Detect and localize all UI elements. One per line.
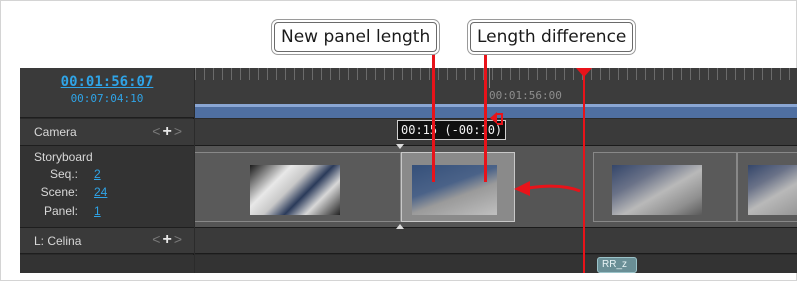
new-panel-length-callout: New panel length <box>274 22 438 52</box>
new-length-callout-line <box>432 52 435 182</box>
length-difference-callout: Length difference <box>470 22 634 52</box>
length-difference-callout-line <box>484 52 487 182</box>
